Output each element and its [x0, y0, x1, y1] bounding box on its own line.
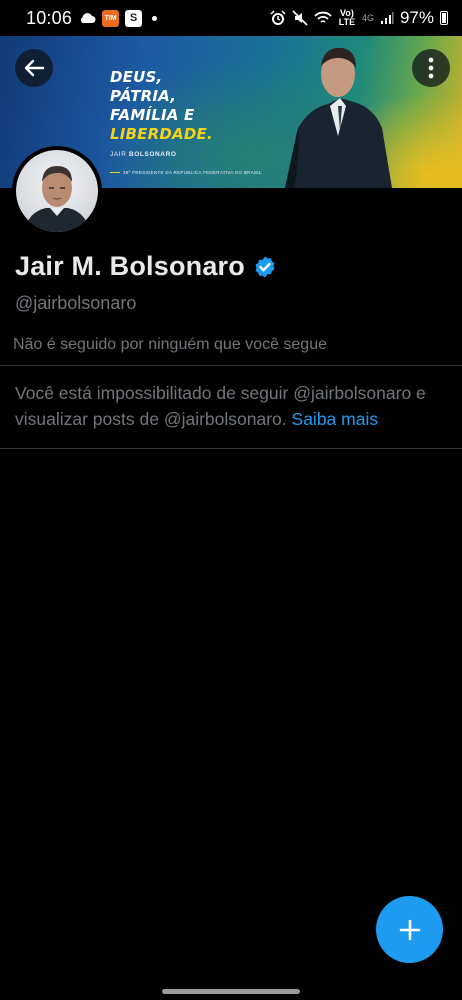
blocked-message: Você está impossibilitado de seguir @jai… — [15, 380, 455, 432]
avatar-image — [16, 150, 98, 232]
name-row: Jair M. Bolsonaro — [15, 251, 277, 282]
notification-dot-icon — [152, 15, 158, 21]
s-app-icon: S — [125, 9, 143, 27]
username-handle: @jairbolsonaro — [15, 293, 137, 313]
plus-icon — [399, 919, 420, 940]
profile-screen: 10:06 TIM S Vo) LTE 4G 97% DEUS, PÁTRIA,… — [0, 0, 462, 1000]
back-button[interactable] — [15, 49, 53, 87]
divider — [0, 365, 462, 366]
verified-badge-icon[interactable] — [253, 255, 277, 279]
mute-icon — [292, 10, 308, 26]
banner-line-1: DEUS, — [110, 68, 163, 86]
carrier-app-icon: TIM — [102, 9, 120, 27]
home-indicator[interactable] — [162, 989, 300, 994]
banner-line-4: LIBERDADE. — [110, 125, 213, 143]
banner-line-2: PÁTRIA, — [110, 87, 177, 105]
banner-footer-text: 38º PRESIDENTE DA REPÚBLICA FEDERATIVA D… — [123, 170, 262, 175]
more-options-button[interactable] — [412, 49, 450, 87]
banner-signature: JAIR BOLSONARO — [110, 151, 177, 158]
divider — [0, 448, 462, 449]
status-bar: 10:06 TIM S Vo) LTE 4G 97% — [0, 0, 462, 36]
battery-icon — [440, 11, 448, 25]
banner-slogan: DEUS, PÁTRIA, FAMÍLIA E LIBERDADE. — [110, 68, 213, 144]
status-time: 10:06 — [26, 7, 73, 28]
banner-portrait — [285, 47, 392, 188]
volte-indicator: Vo) LTE — [338, 8, 356, 27]
signal-icon — [380, 12, 394, 24]
followed-by-text: Não é seguido por ninguém que você segue — [13, 336, 327, 353]
banner-signature-first: JAIR — [110, 151, 127, 158]
arrow-left-icon — [24, 59, 45, 77]
cloud-icon — [80, 13, 96, 23]
avatar[interactable] — [12, 146, 102, 236]
display-name: Jair M. Bolsonaro — [15, 251, 245, 281]
learn-more-link[interactable]: Saiba mais — [292, 409, 379, 429]
wifi-icon — [314, 11, 332, 23]
banner-signature-last: BOLSONARO — [128, 151, 177, 158]
network-gen: 4G — [361, 12, 374, 23]
battery-percent: 97% — [399, 8, 434, 27]
avatar-portrait — [24, 166, 90, 232]
more-vertical-icon — [428, 57, 434, 79]
compose-button[interactable] — [376, 896, 443, 963]
banner-line-3: FAMÍLIA E — [110, 106, 195, 124]
banner-footer: 38º PRESIDENTE DA REPÚBLICA FEDERATIVA D… — [110, 170, 262, 175]
alarm-icon — [270, 10, 286, 25]
